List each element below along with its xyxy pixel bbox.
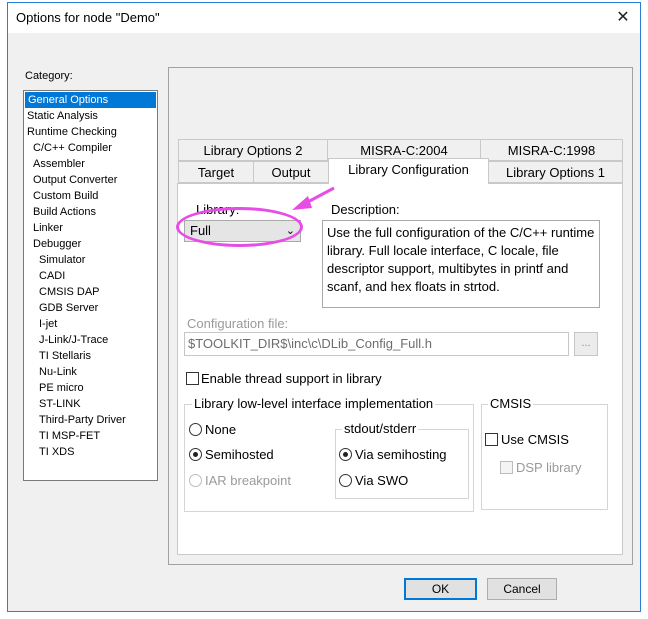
cmsis-group-title: CMSIS bbox=[488, 396, 534, 411]
category-item[interactable]: TI MSP-FET bbox=[24, 428, 157, 444]
category-item[interactable]: GDB Server bbox=[24, 300, 157, 316]
category-item[interactable]: Assembler bbox=[24, 156, 157, 172]
thread-support-checkbox[interactable] bbox=[186, 372, 199, 385]
category-item[interactable]: Debugger bbox=[24, 236, 157, 252]
category-item[interactable]: Third-Party Driver bbox=[24, 412, 157, 428]
tab-library-configuration[interactable]: Library Configuration bbox=[328, 158, 489, 184]
category-item[interactable]: CMSIS DAP bbox=[24, 284, 157, 300]
category-item[interactable]: Nu-Link bbox=[24, 364, 157, 380]
thread-support-label: Enable thread support in library bbox=[201, 371, 382, 386]
dsp-library-label: DSP library bbox=[516, 460, 582, 475]
category-item[interactable]: ST-LINK bbox=[24, 396, 157, 412]
radio-iar-breakpoint-label: IAR breakpoint bbox=[205, 473, 291, 488]
configuration-file-label: Configuration file: bbox=[187, 316, 289, 331]
radio-via-swo-label: Via SWO bbox=[355, 473, 409, 488]
category-item[interactable]: CADI bbox=[24, 268, 157, 284]
category-item[interactable]: Build Actions bbox=[24, 204, 157, 220]
use-cmsis-label: Use CMSIS bbox=[501, 432, 569, 447]
tab-output[interactable]: Output bbox=[253, 161, 329, 183]
cmsis-group bbox=[481, 404, 608, 510]
radio-via-semihosting[interactable] bbox=[339, 448, 352, 461]
window-title: Options for node "Demo" bbox=[16, 10, 160, 25]
description-label: Description: bbox=[331, 202, 400, 217]
radio-via-swo[interactable] bbox=[339, 474, 352, 487]
use-cmsis-checkbox[interactable] bbox=[485, 433, 498, 446]
category-item[interactable]: Static Analysis bbox=[24, 108, 157, 124]
dsp-library-checkbox bbox=[500, 461, 513, 474]
title-bar: Options for node "Demo" ✕ bbox=[8, 3, 640, 33]
close-icon[interactable]: ✕ bbox=[606, 3, 640, 31]
category-item[interactable]: Linker bbox=[24, 220, 157, 236]
category-item[interactable]: PE micro bbox=[24, 380, 157, 396]
category-item[interactable]: I-jet bbox=[24, 316, 157, 332]
browse-button[interactable]: ... bbox=[574, 332, 598, 356]
category-item[interactable]: General Options bbox=[25, 92, 156, 108]
category-item[interactable]: C/C++ Compiler bbox=[24, 140, 157, 156]
category-item[interactable]: TI XDS bbox=[24, 444, 157, 460]
tab-target[interactable]: Target bbox=[178, 161, 254, 183]
radio-none-label: None bbox=[205, 422, 237, 437]
category-item[interactable]: Output Converter bbox=[24, 172, 157, 188]
category-list[interactable]: General Options Static Analysis Runtime Ch… bbox=[23, 90, 158, 481]
configuration-file-input[interactable]: $TOOLKIT_DIR$\inc\c\DLib_Config_Full.h bbox=[184, 332, 569, 356]
ok-button[interactable]: OK bbox=[404, 578, 477, 600]
tab-library-options-1[interactable]: Library Options 1 bbox=[488, 161, 623, 183]
cancel-button[interactable]: Cancel bbox=[487, 578, 557, 600]
category-item[interactable]: Simulator bbox=[24, 252, 157, 268]
radio-none[interactable] bbox=[189, 423, 202, 436]
stdout-group bbox=[335, 429, 469, 499]
radio-iar-breakpoint bbox=[189, 474, 202, 487]
category-item[interactable]: Runtime Checking bbox=[24, 124, 157, 140]
stdout-group-title: stdout/stderr bbox=[342, 421, 419, 436]
description-text: Use the full configuration of the C/C++ … bbox=[322, 220, 600, 308]
radio-semihosted-label: Semihosted bbox=[205, 447, 274, 462]
category-item[interactable]: TI Stellaris bbox=[24, 348, 157, 364]
annotation-arrow-icon bbox=[292, 186, 335, 210]
radio-semihosted[interactable] bbox=[189, 448, 202, 461]
highlight-ellipse bbox=[176, 207, 303, 247]
tab-misra-c-1998[interactable]: MISRA-C:1998 bbox=[480, 139, 623, 161]
radio-via-semihosting-label: Via semihosting bbox=[355, 447, 447, 462]
category-item[interactable]: J-Link/J-Trace bbox=[24, 332, 157, 348]
category-label: Category: bbox=[25, 70, 73, 82]
category-item[interactable]: Custom Build bbox=[24, 188, 157, 204]
low-level-group-title: Library low-level interface implementati… bbox=[192, 396, 436, 411]
tab-library-options-2[interactable]: Library Options 2 bbox=[178, 139, 328, 161]
